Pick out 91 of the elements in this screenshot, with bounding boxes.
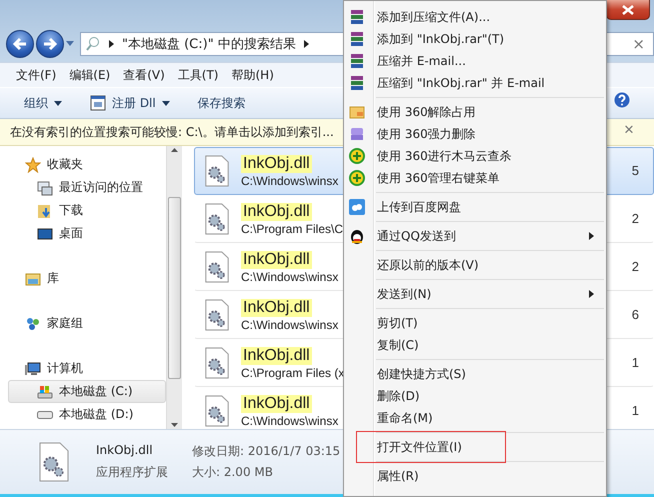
file-path: C:\Program Files\C (241, 222, 344, 236)
toolbar-button[interactable]: 组织 (24, 92, 62, 114)
search-icon (85, 36, 101, 52)
star-icon (25, 156, 41, 172)
nav-item[interactable]: 桌面 (8, 222, 166, 245)
books-stack-icon (349, 31, 365, 47)
scrollbar[interactable] (166, 146, 182, 429)
file-name: InkObj.dll (241, 202, 312, 220)
row-value: 6 (632, 307, 639, 323)
file-name: InkObj.dll (241, 394, 312, 412)
row-value: 5 (632, 163, 639, 179)
file-name: InkObj.dll (241, 154, 312, 172)
nav-item[interactable]: 计算机 (8, 357, 166, 380)
shredder-icon (349, 126, 365, 142)
close-button[interactable] (606, 0, 650, 20)
info-bar-text: 在没有索引的位置搜索可能较慢: C:\。请单击以添加到索引... (10, 124, 334, 140)
books-stack-icon (349, 9, 365, 25)
scroll-up-icon[interactable] (171, 148, 178, 152)
context-menu-item[interactable]: 属性(R) (344, 465, 606, 487)
file-name: InkObj.dll (241, 250, 312, 268)
breadcrumb-arrow-icon (304, 40, 309, 48)
menu-item[interactable]: 文件(F) (16, 64, 56, 86)
context-menu-item[interactable]: 添加到压缩文件(A)... (344, 6, 606, 28)
scroll-down-icon[interactable] (171, 423, 178, 427)
context-menu-item[interactable]: 通过QQ发送到 (344, 225, 606, 247)
file-path: C:\Windows\winsx (241, 414, 338, 428)
context-menu-item[interactable]: 剪切(T) (344, 312, 606, 334)
breadcrumb-arrow-icon (109, 40, 114, 48)
row-value: 1 (632, 355, 639, 371)
close-icon (622, 4, 634, 14)
menu-item[interactable]: 查看(V) (123, 64, 165, 86)
context-menu-item[interactable]: 重命名(M) (344, 407, 606, 429)
context-menu-item[interactable]: 发送到(N) (344, 283, 606, 305)
toolbar-button[interactable]: 保存搜索 (198, 92, 246, 114)
dropdown-caret-icon[interactable] (66, 41, 74, 47)
arrow-left-icon (12, 37, 28, 51)
context-menu-item[interactable]: 压缩到 "InkObj.rar" 并 E-mail (344, 72, 606, 94)
forward-button[interactable] (36, 30, 64, 58)
computer-icon (25, 360, 41, 376)
file-name: InkObj.dll (241, 298, 312, 316)
context-menu-item[interactable]: 使用 360进行木马云查杀 (344, 145, 606, 167)
windows-stack-icon (37, 180, 53, 196)
penguin-icon (349, 228, 365, 244)
file-path: C:\Windows\winsx (241, 174, 338, 188)
desktop-icon (37, 226, 53, 242)
homegroup-icon (25, 316, 41, 332)
library-icon (25, 270, 41, 286)
plus-circle-icon (349, 170, 365, 186)
nav-item[interactable]: 家庭组 (8, 312, 166, 335)
context-menu-item[interactable]: 删除(D) (344, 385, 606, 407)
context-menu-item[interactable]: 上传到百度网盘 (344, 196, 606, 218)
details-type: 应用程序扩展 (96, 464, 168, 481)
download-folder-icon (37, 202, 53, 218)
context-menu-item[interactable]: 复制(C) (344, 334, 606, 356)
toolbar-button[interactable]: 注册 Dll (90, 92, 170, 114)
folder-icon (349, 104, 365, 120)
menu-item[interactable]: 工具(T) (178, 64, 218, 86)
close-info-bar-button[interactable]: × (620, 120, 638, 140)
file-path: C:\Windows\winsx (241, 318, 338, 332)
nav-item[interactable]: 库 (8, 267, 166, 290)
context-menu-item[interactable]: 创建快捷方式(S) (344, 363, 606, 385)
context-menu-item[interactable]: 还原以前的版本(V) (344, 254, 606, 276)
plus-circle-icon (349, 148, 365, 164)
file-path: C:\Windows\winsx (241, 270, 338, 284)
books-stack-icon (349, 53, 365, 69)
help-icon[interactable] (614, 92, 630, 108)
books-stack-icon (349, 75, 365, 91)
menu-item[interactable]: 编辑(E) (69, 64, 110, 86)
nav-item[interactable]: 最近访问的位置 (8, 176, 166, 199)
nav-item[interactable]: 本地磁盘 (C:) (8, 380, 166, 403)
menu-item[interactable]: 帮助(H) (232, 64, 274, 86)
row-value: 2 (632, 211, 639, 227)
context-menu-item[interactable]: 使用 360管理右键菜单 (344, 167, 606, 189)
details-name: InkObj.dll (96, 443, 154, 459)
row-value: 2 (632, 259, 639, 275)
nav-item[interactable]: 下载 (8, 199, 166, 222)
drive-icon (37, 384, 53, 400)
context-menu-item[interactable]: 使用 360强力删除 (344, 123, 606, 145)
cloud-icon (349, 199, 365, 215)
back-button[interactable] (6, 30, 34, 58)
clear-search-text: × (632, 35, 645, 53)
arrow-right-icon (42, 37, 58, 51)
nav-item[interactable]: 本地磁盘 (D:) (8, 403, 166, 426)
drive-icon (37, 410, 53, 418)
nav-item[interactable]: 收藏夹 (8, 153, 166, 176)
details-size: 大小: 2.00 MB (192, 464, 274, 481)
file-name: InkObj.dll (241, 346, 312, 364)
address-text: "本地磁盘 (C:)" 中的搜索结果 (122, 36, 296, 53)
details-modified: 修改日期: 2016/1/7 03:15 (192, 443, 340, 460)
row-value: 1 (632, 403, 639, 419)
context-menu-item[interactable]: 打开文件位置(I) (344, 431, 606, 463)
